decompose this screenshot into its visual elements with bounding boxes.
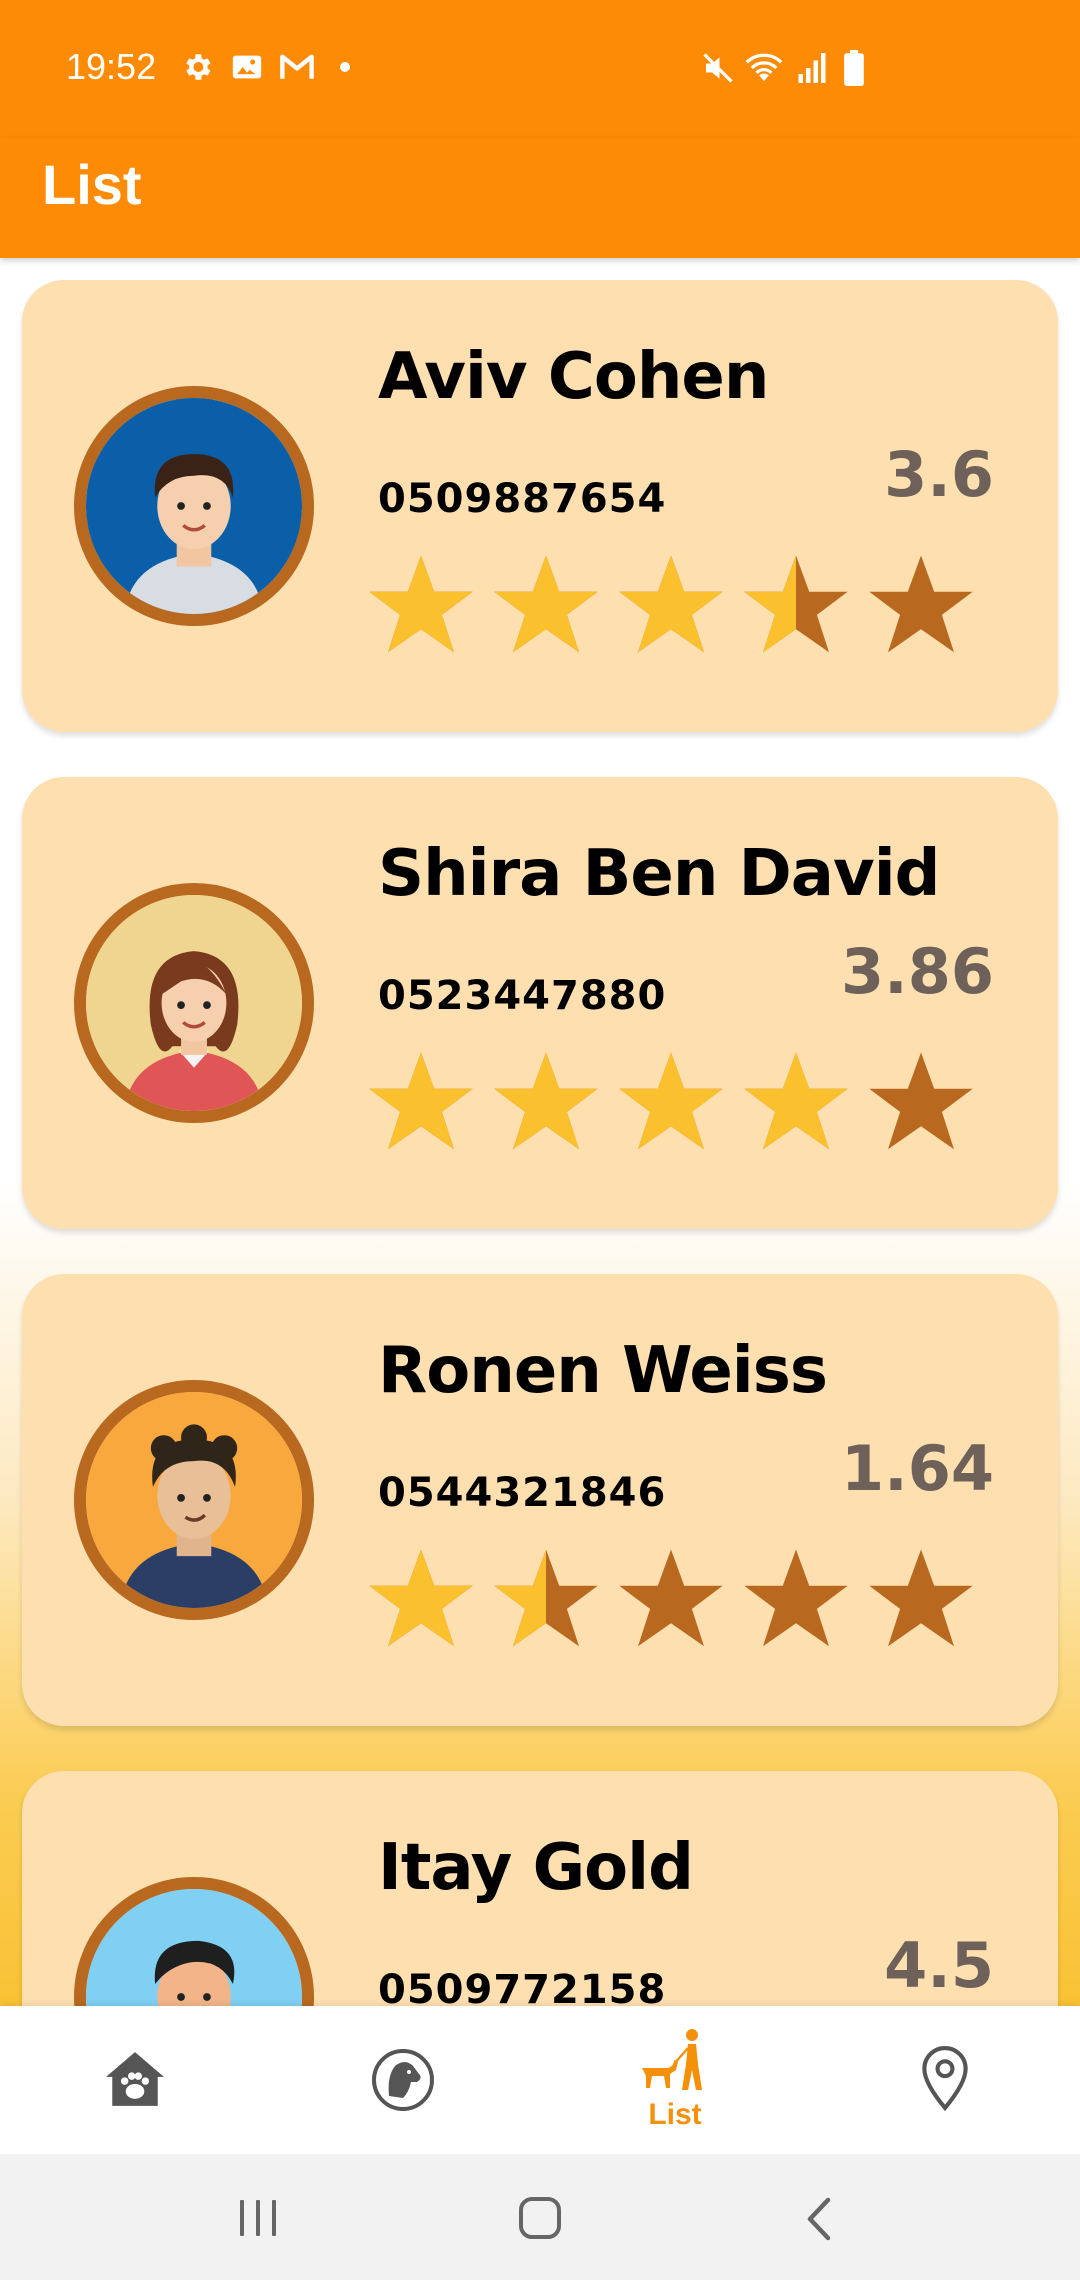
star-filled-icon	[619, 555, 723, 653]
walker-name: Itay Gold	[378, 1831, 694, 1905]
notification-dot-icon	[340, 62, 350, 72]
status-time: 19:52	[66, 46, 157, 87]
star-filled-icon	[619, 1052, 723, 1150]
walker-card[interactable]: Shira Ben David 0523447880 3.86	[22, 777, 1058, 1229]
home-icon[interactable]	[518, 2196, 562, 2240]
star-filled-icon	[744, 1052, 848, 1150]
walker-name: Ronen Weiss	[378, 1334, 828, 1408]
walker-list[interactable]: Aviv Cohen 0509887654 3.6 Shira Ben Davi…	[0, 258, 1080, 2006]
nav-list-label: List	[648, 2098, 702, 2131]
system-navigation-bar	[0, 2154, 1080, 2280]
walker-rating: 1.64	[841, 1432, 994, 1505]
star-half-icon	[744, 555, 848, 653]
dog-walker-icon	[642, 2029, 702, 2090]
star-empty-icon	[869, 1549, 973, 1647]
bottom-navigation: List	[0, 2006, 1080, 2154]
walker-phone: 0509887654	[378, 476, 667, 522]
avatar	[74, 1380, 314, 1620]
walker-rating: 3.86	[841, 935, 994, 1008]
image-icon	[232, 55, 262, 79]
star-filled-icon	[369, 1052, 473, 1150]
walker-card[interactable]: Ronen Weiss 0544321846 1.64	[22, 1274, 1058, 1726]
recent-apps-icon[interactable]	[236, 2198, 282, 2238]
walker-phone: 0544321846	[378, 1470, 667, 1516]
walker-name: Shira Ben David	[378, 837, 940, 911]
avatar	[74, 1877, 314, 2006]
walker-card[interactable]: Itay Gold 0509772158 4.5	[22, 1771, 1058, 2006]
page-title: List	[42, 153, 142, 216]
walker-rating: 4.5	[884, 1929, 994, 2002]
battery-icon	[844, 50, 864, 86]
walker-phone: 0523447880	[378, 973, 667, 1019]
star-filled-icon	[369, 1549, 473, 1647]
settings-icon	[186, 54, 211, 80]
star-filled-icon	[494, 1052, 598, 1150]
location-pin-icon	[922, 2046, 968, 2112]
walker-rating: 3.6	[884, 438, 994, 511]
star-half-icon	[494, 1549, 598, 1647]
walker-phone: 0509772158	[378, 1967, 667, 2006]
nav-home[interactable]	[0, 2006, 270, 2154]
wifi-icon	[745, 53, 783, 82]
star-filled-icon	[494, 555, 598, 653]
gmail-icon	[280, 54, 314, 79]
nav-dogs[interactable]	[270, 2006, 540, 2154]
home-paw-icon	[106, 2052, 164, 2106]
star-filled-icon	[369, 555, 473, 653]
star-empty-icon	[869, 1052, 973, 1150]
back-icon[interactable]	[804, 2196, 834, 2242]
star-empty-icon	[619, 1549, 723, 1647]
star-empty-icon	[744, 1549, 848, 1647]
walker-name: Aviv Cohen	[378, 340, 769, 414]
star-empty-icon	[869, 555, 973, 653]
status-bar: 19:52	[0, 0, 1080, 138]
mute-icon	[703, 53, 733, 83]
dog-profile-icon	[372, 2049, 434, 2111]
nav-list[interactable]: List	[540, 2006, 810, 2154]
walker-card[interactable]: Aviv Cohen 0509887654 3.6	[22, 280, 1058, 732]
avatar	[74, 386, 314, 626]
signal-icon	[798, 53, 826, 83]
nav-map[interactable]	[810, 2006, 1080, 2154]
avatar	[74, 883, 314, 1123]
app-bar	[0, 138, 1080, 258]
